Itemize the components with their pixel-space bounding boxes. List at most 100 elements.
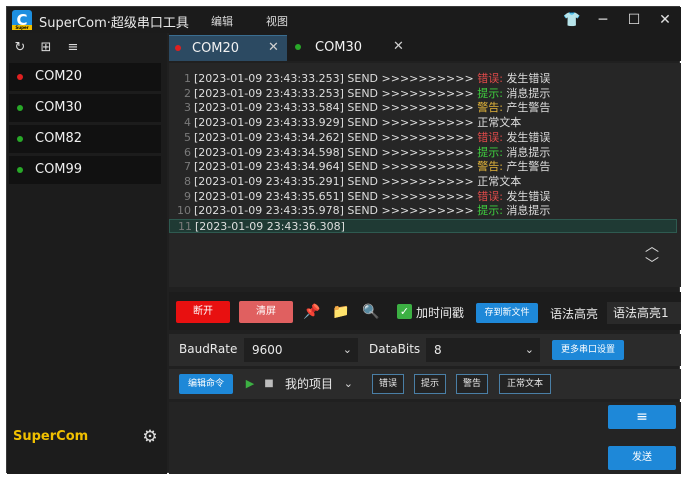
- tab-close-icon[interactable]: ✕: [268, 40, 279, 55]
- scroll-up-icon[interactable]: ︿: [643, 239, 661, 255]
- port-item-com20[interactable]: COM20: [9, 63, 161, 91]
- find-file-icon[interactable]: 🔍: [362, 303, 380, 321]
- cmd-normal-button[interactable]: 正常文本: [499, 374, 551, 394]
- status-dot-icon: [17, 74, 23, 80]
- cmd-error-button[interactable]: 错误: [372, 374, 404, 394]
- save-new-file-button[interactable]: 存到新文件: [476, 303, 538, 323]
- tab-com20[interactable]: COM20 ✕: [169, 35, 287, 61]
- sort-icon[interactable]: ≡: [64, 39, 82, 57]
- timestamp-label: 加时间戳: [416, 306, 465, 320]
- stop-icon[interactable]: ■: [260, 375, 278, 393]
- clear-button[interactable]: 清屏: [239, 301, 293, 323]
- log-text: [2023-01-09 23:43:35.291] SEND >>>>>>>>>…: [194, 175, 521, 189]
- cmd-info-button[interactable]: 提示: [414, 374, 446, 394]
- port-item-com30[interactable]: COM30: [9, 94, 161, 122]
- chevron-down-icon: ⌄: [524, 343, 534, 356]
- refresh-icon[interactable]: ↻: [11, 39, 29, 57]
- log-message: 正常文本: [477, 116, 522, 130]
- title-bar: C Super SuperCom·超级串口工具 编辑 视图 👕 ─ ☐ ✕: [7, 7, 681, 33]
- baudrate-select[interactable]: 9600 ⌄: [244, 338, 358, 362]
- log-message: 发生错误: [502, 130, 551, 144]
- folder-icon[interactable]: 📁: [332, 303, 350, 321]
- log-tag: 错误:: [477, 130, 503, 144]
- log-text: [2023-01-09 23:43:33.584] SEND >>>>>>>>>…: [194, 101, 550, 115]
- menu-view[interactable]: 视图: [266, 13, 288, 29]
- log-message: 产生警告: [502, 160, 551, 174]
- maximize-icon[interactable]: ☐: [622, 9, 646, 31]
- log-line: 5 [2023-01-09 23:43:34.262] SEND >>>>>>>>…: [169, 131, 677, 145]
- line-number: 4: [184, 116, 191, 130]
- project-value: 我的项目: [285, 377, 334, 391]
- log-tag: 错误:: [477, 189, 503, 203]
- command-row: 编辑命令 ▶ ■ 我的项目 ⌄ 错误 提示 警告 正常文本: [169, 369, 681, 399]
- log-prefix: [2023-01-09 23:43:33.584] SEND >>>>>>>>>…: [194, 101, 478, 115]
- log-prefix: [2023-01-09 23:43:33.929] SEND >>>>>>>>>…: [194, 116, 478, 130]
- close-icon[interactable]: ✕: [653, 9, 677, 31]
- tab-close-icon[interactable]: ✕: [393, 39, 404, 54]
- log-tag: 提示:: [477, 86, 503, 100]
- menu-edit[interactable]: 编辑: [211, 13, 233, 29]
- line-number: 8: [184, 174, 191, 188]
- project-select[interactable]: 我的项目 ⌄: [281, 372, 359, 396]
- log-text: [2023-01-09 23:43:34.598] SEND >>>>>>>>>…: [194, 146, 550, 160]
- log-prefix: [2023-01-09 23:43:33.253] SEND >>>>>>>>>…: [194, 86, 478, 100]
- send-area[interactable]: ≡ 发送: [169, 402, 681, 474]
- tab-label: COM20: [192, 41, 240, 56]
- log-message: 发生错误: [502, 72, 551, 85]
- tab-com30[interactable]: COM30 ✕: [289, 35, 407, 61]
- log-message: 正常文本: [477, 174, 522, 188]
- port-item-com82[interactable]: COM82: [9, 125, 161, 153]
- log-view[interactable]: 11 [2023-01-09 23:43:36.308] 10 [2023-01-09…: [169, 63, 681, 287]
- log-prefix: [2023-01-09 23:43:34.262] SEND >>>>>>>>>…: [194, 130, 478, 144]
- status-dot-icon: [17, 136, 23, 142]
- line-number: 3: [184, 101, 191, 115]
- baudrate-value: 9600: [252, 343, 283, 357]
- syntax-select[interactable]: 语法高亮1: [607, 302, 681, 324]
- databits-select[interactable]: 8 ⌄: [426, 338, 540, 362]
- wrap-icon[interactable]: ≡: [608, 405, 676, 429]
- log-tag: 警告:: [477, 160, 503, 174]
- disconnect-button[interactable]: 断开: [176, 301, 230, 323]
- log-line: 3 [2023-01-09 23:43:33.584] SEND >>>>>>>>…: [169, 101, 677, 115]
- log-tag: 错误:: [477, 72, 503, 85]
- brand-label: SuperCom: [13, 429, 89, 444]
- port-label: COM82: [35, 131, 83, 146]
- gear-icon[interactable]: ⚙: [140, 427, 160, 447]
- chevron-down-icon: ⌄: [342, 343, 352, 356]
- line-number: 7: [184, 160, 191, 174]
- tab-bar: COM20 ✕ COM30 ✕: [169, 33, 681, 61]
- log-text: [2023-01-09 23:43:34.964] SEND >>>>>>>>>…: [194, 160, 550, 174]
- timestamp-checkbox[interactable]: ✓: [397, 304, 412, 319]
- port-label: COM99: [35, 162, 83, 177]
- edit-commands-button[interactable]: 编辑命令: [179, 374, 233, 394]
- pin-icon[interactable]: 📌: [303, 303, 321, 321]
- tab-label: COM30: [315, 40, 363, 55]
- log-line: 1 [2023-01-09 23:43:33.253] SEND >>>>>>>>…: [169, 72, 677, 86]
- log-line: 6 [2023-01-09 23:43:34.598] SEND >>>>>>>>…: [169, 146, 677, 160]
- log-message: 产生警告: [502, 101, 551, 115]
- scroll-down-icon[interactable]: ﹀: [643, 257, 661, 273]
- run-icon[interactable]: ▶: [241, 375, 259, 393]
- minimize-icon[interactable]: ─: [591, 9, 615, 31]
- grid-icon[interactable]: ⊞: [37, 39, 55, 57]
- log-message: 消息提示: [502, 145, 551, 159]
- status-dot-icon: [17, 105, 23, 111]
- log-text: [2023-01-09 23:43:35.978] SEND >>>>>>>>>…: [194, 204, 550, 218]
- log-prefix: [2023-01-09 23:43:34.964] SEND >>>>>>>>>…: [194, 160, 478, 174]
- log-line: 8 [2023-01-09 23:43:35.291] SEND >>>>>>>>…: [169, 175, 677, 189]
- theme-shirt-icon[interactable]: 👕: [560, 9, 584, 31]
- log-text: [2023-01-09 23:43:33.253] SEND >>>>>>>>>…: [194, 87, 550, 101]
- line-number: 9: [184, 189, 191, 203]
- serial-settings: BaudRate 9600 ⌄ DataBits 8 ⌄ 更多串口设置: [169, 334, 681, 366]
- log-message: 消息提示: [502, 86, 551, 100]
- send-button[interactable]: 发送: [608, 446, 676, 470]
- line-number: 2: [184, 86, 191, 100]
- port-item-com99[interactable]: COM99: [9, 156, 161, 184]
- log-line: 7 [2023-01-09 23:43:34.964] SEND >>>>>>>>…: [169, 160, 677, 174]
- line-number: 11: [178, 220, 192, 233]
- log-tag: 提示:: [477, 145, 503, 159]
- port-label: COM30: [35, 100, 83, 115]
- log-message: 发生错误: [502, 189, 551, 203]
- more-serial-settings-button[interactable]: 更多串口设置: [552, 340, 624, 360]
- cmd-warn-button[interactable]: 警告: [456, 374, 488, 394]
